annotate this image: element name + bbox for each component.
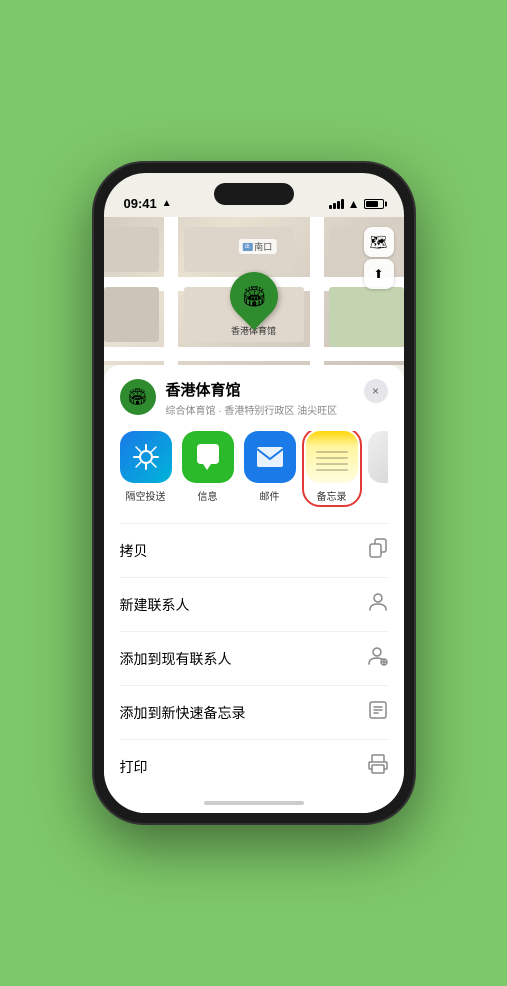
map-icon: 🗺	[370, 234, 388, 251]
signal-bars	[329, 199, 344, 209]
phone-screen: 09:41 ▲ ▲	[104, 173, 404, 813]
bottom-sheet: 🏟 香港体育馆 综合体育馆 · 香港特别行政区 油尖旺区 ×	[104, 365, 404, 813]
map-entrance-label: 出 南口	[238, 239, 276, 254]
copy-label: 拷贝	[120, 541, 148, 561]
wifi-icon: ▲	[348, 197, 360, 211]
more-icon	[368, 431, 388, 483]
print-icon	[368, 754, 388, 779]
map-type-button[interactable]: 🗺	[364, 227, 394, 257]
airdrop-icon	[120, 431, 172, 483]
home-bar	[204, 801, 304, 805]
notes-label: 备忘录	[317, 488, 347, 503]
compass-icon: ⬆	[373, 267, 383, 281]
notes-app-icon	[306, 431, 358, 483]
battery-icon	[364, 199, 384, 209]
share-app-airdrop[interactable]: 隔空投送	[120, 431, 172, 503]
map-controls: 🗺 ⬆	[364, 227, 394, 289]
share-app-messages[interactable]: 信息	[182, 431, 234, 503]
add-existing-label: 添加到现有联系人	[120, 649, 232, 669]
action-list: 拷贝 新建联系人	[120, 523, 388, 793]
status-icons: ▲	[329, 197, 384, 211]
messages-icon	[182, 431, 234, 483]
dynamic-island	[214, 183, 294, 205]
action-add-existing[interactable]: 添加到现有联系人	[120, 632, 388, 686]
home-indicator	[120, 793, 388, 813]
close-button[interactable]: ×	[364, 379, 388, 403]
mail-label: 邮件	[260, 488, 280, 503]
quick-notes-icon	[368, 700, 388, 725]
action-print[interactable]: 打印	[120, 740, 388, 793]
new-contact-label: 新建联系人	[120, 595, 190, 615]
print-label: 打印	[120, 757, 148, 777]
location-button[interactable]: ⬆	[364, 259, 394, 289]
close-icon: ×	[372, 384, 379, 398]
map-area[interactable]: 出 南口 🏟 香港体育馆 🗺 ⬆	[104, 217, 404, 365]
action-new-contact[interactable]: 新建联系人	[120, 578, 388, 632]
action-add-notes[interactable]: 添加到新快速备忘录	[120, 686, 388, 740]
phone-frame: 09:41 ▲ ▲	[94, 163, 414, 823]
mail-icon	[244, 431, 296, 483]
place-name: 香港体育馆	[166, 379, 338, 400]
place-subtitle: 综合体育馆 · 香港特别行政区 油尖旺区	[166, 402, 338, 417]
status-time: 09:41 ▲	[124, 196, 172, 211]
copy-icon	[368, 538, 388, 563]
action-copy[interactable]: 拷贝	[120, 524, 388, 578]
messages-label: 信息	[198, 488, 218, 503]
share-app-mail[interactable]: 邮件	[244, 431, 296, 503]
place-icon: 🏟	[120, 379, 156, 415]
time-display: 09:41	[124, 196, 157, 211]
share-app-notes[interactable]: 备忘录	[306, 431, 358, 503]
stadium-marker: 🏟 香港体育馆	[230, 272, 278, 337]
add-notes-label: 添加到新快速备忘录	[120, 703, 246, 723]
share-apps-row: 隔空投送 信息	[120, 431, 388, 507]
person-icon	[368, 592, 388, 617]
place-header: 🏟 香港体育馆 综合体育馆 · 香港特别行政区 油尖旺区 ×	[120, 379, 388, 417]
share-app-more[interactable]: 提	[368, 431, 388, 503]
person-add-icon	[368, 646, 388, 671]
location-icon: ▲	[162, 198, 172, 209]
airdrop-label: 隔空投送	[126, 488, 166, 503]
